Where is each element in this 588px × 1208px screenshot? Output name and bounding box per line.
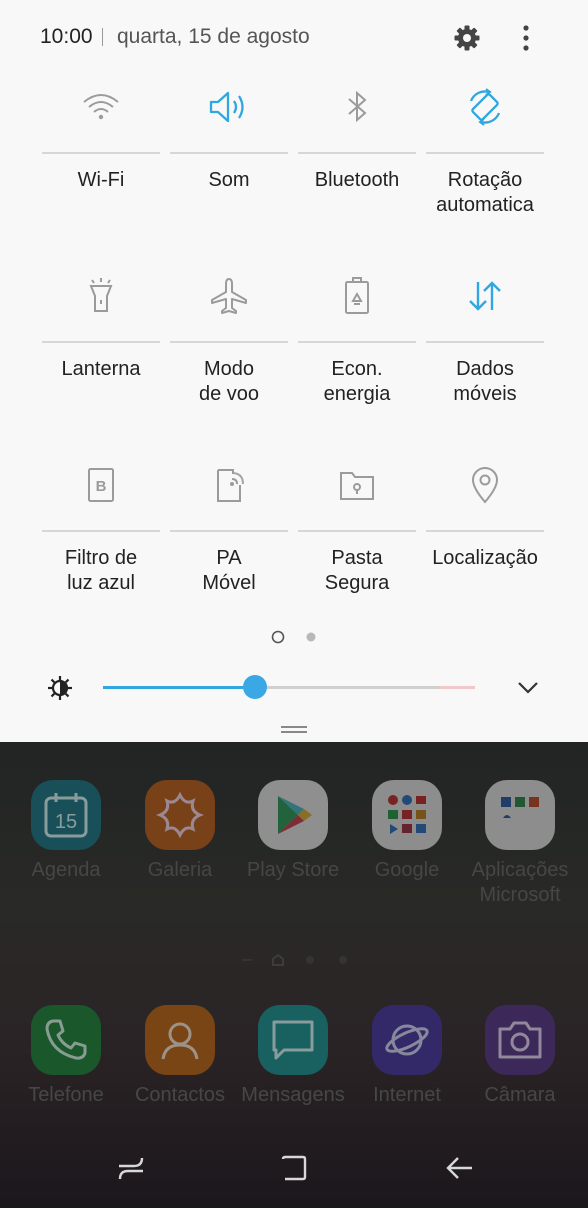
panel-page-indicator[interactable] xyxy=(304,630,318,644)
location-icon xyxy=(426,454,544,516)
quick-tile-label: Filtro de luz azul xyxy=(64,547,138,594)
blue-light-filter-icon: B xyxy=(42,454,160,516)
status-time: 10:00 xyxy=(40,25,93,48)
quick-tile-localiza-o[interactable]: Localização xyxy=(426,454,544,614)
recent-apps-button[interactable] xyxy=(107,1148,155,1188)
airplane-icon xyxy=(170,265,288,327)
status-date: quarta, 15 de agosto xyxy=(117,25,310,48)
home-button[interactable] xyxy=(270,1148,318,1188)
app-label: Google xyxy=(374,859,440,881)
bluetooth-icon xyxy=(298,76,416,138)
quick-tile-label: PA Móvel xyxy=(202,547,256,594)
app-play-store[interactable]: Play Store xyxy=(236,780,350,883)
play-store-icon xyxy=(258,780,328,850)
battery-saver-icon xyxy=(298,265,416,327)
dash-indicator xyxy=(242,959,252,961)
app-label: Agenda xyxy=(31,859,101,881)
app-contactos[interactable]: Contactos xyxy=(123,1005,237,1108)
brightness-track-high xyxy=(440,686,475,689)
app-label: Telefone xyxy=(28,1084,104,1106)
home-page-icon xyxy=(272,953,284,966)
secure-folder-icon xyxy=(298,454,416,516)
svg-text:B: B xyxy=(96,478,107,495)
quick-tile-som[interactable]: Som xyxy=(170,76,288,236)
quick-tile-econ[interactable]: Econ. energia xyxy=(298,265,416,425)
brightness-track xyxy=(255,686,440,689)
quick-tile-pasta[interactable]: Pasta Segura xyxy=(298,454,416,614)
quick-tile-lanterna[interactable]: Lanterna xyxy=(42,265,160,425)
phone-icon xyxy=(31,1005,101,1075)
quick-tile-label: Wi-Fi xyxy=(77,169,125,191)
app-agenda[interactable]: 15 Agenda xyxy=(9,780,123,883)
quick-tile-wi-fi[interactable]: Wi-Fi xyxy=(42,76,160,236)
app-label: Contactos xyxy=(134,1084,226,1106)
calendar-icon: 15 xyxy=(31,780,101,850)
quick-tile-label: Modo de voo xyxy=(198,358,260,405)
contacts-icon xyxy=(145,1005,215,1075)
mobile-hotspot-icon xyxy=(170,454,288,516)
more-vert-icon xyxy=(523,25,529,51)
recent-apps-icon xyxy=(118,1157,144,1180)
quick-tile-label: Localização xyxy=(432,547,538,569)
app-label: Internet xyxy=(373,1084,441,1106)
quick-tile-label: Bluetooth xyxy=(314,169,400,191)
app-label: Mensagens xyxy=(241,1084,345,1106)
gear-icon xyxy=(454,25,480,51)
flashlight-icon xyxy=(42,265,160,327)
quick-tile-bluetooth[interactable]: Bluetooth xyxy=(298,76,416,236)
quick-tile-dados[interactable]: Dados móveis xyxy=(426,265,544,425)
calendar-day: 15 xyxy=(55,811,77,833)
app-mensagens[interactable]: Mensagens xyxy=(236,1005,350,1108)
quick-tile-label: Lanterna xyxy=(61,358,141,380)
quick-panel: 10:00 quarta, 15 de agosto Wi-Fi Som Blu… xyxy=(0,0,588,742)
app-câmara[interactable]: Câmara xyxy=(463,1005,577,1108)
app-label: Galeria xyxy=(147,859,213,881)
quick-tile-label: Dados móveis xyxy=(453,358,517,405)
gallery-icon xyxy=(145,780,215,850)
quick-tile-label: Econ. energia xyxy=(323,358,391,405)
app-galeria[interactable]: Galeria xyxy=(123,780,237,883)
mobile-data-icon xyxy=(426,265,544,327)
sound-icon xyxy=(170,76,288,138)
app-label: Aplicações Microsoft xyxy=(471,859,569,906)
quick-tile-label: Pasta Segura xyxy=(324,547,390,594)
more-options-button[interactable] xyxy=(506,18,546,58)
quick-tile-modo[interactable]: Modo de voo xyxy=(170,265,288,425)
wifi-icon xyxy=(42,76,160,138)
quick-tile-rota-o[interactable]: Rotação automatica xyxy=(426,76,544,236)
home-square-icon xyxy=(281,1155,307,1181)
home-page-indicator xyxy=(0,950,588,970)
app-telefone[interactable]: Telefone xyxy=(9,1005,123,1108)
quick-tile-pa[interactable]: PA Móvel xyxy=(170,454,288,614)
back-button[interactable] xyxy=(436,1148,484,1188)
quick-tile-filtro-de[interactable]: B Filtro de luz azul xyxy=(42,454,160,614)
app-label: Play Store xyxy=(246,859,340,881)
settings-button[interactable] xyxy=(447,18,487,58)
back-arrow-icon xyxy=(446,1157,472,1179)
navigation-bar xyxy=(0,1130,588,1208)
brightness-control xyxy=(0,665,588,709)
chevron-down-icon[interactable] xyxy=(517,679,539,695)
page-dot xyxy=(339,956,347,964)
messages-icon xyxy=(258,1005,328,1075)
auto-rotate-icon xyxy=(426,76,544,138)
status-divider xyxy=(102,28,103,46)
app-internet[interactable]: Internet xyxy=(350,1005,464,1108)
app-google[interactable]: Google xyxy=(350,780,464,883)
google-folder-icon xyxy=(372,780,442,850)
internet-icon xyxy=(372,1005,442,1075)
camera-icon xyxy=(485,1005,555,1075)
app-label: Câmara xyxy=(484,1084,556,1106)
quick-tile-label: Som xyxy=(208,169,250,191)
brightness-icon xyxy=(48,676,72,700)
brightness-slider-thumb[interactable] xyxy=(243,675,267,699)
microsoft-folder-icon xyxy=(485,780,555,850)
page-dot xyxy=(306,956,314,964)
brightness-fill xyxy=(103,686,255,689)
panel-drag-handle[interactable] xyxy=(281,726,307,734)
quick-tile-label: Rotação automatica xyxy=(436,169,534,216)
panel-page-indicator-current xyxy=(271,630,285,644)
app-aplicações[interactable]: Aplicações Microsoft xyxy=(463,780,577,908)
